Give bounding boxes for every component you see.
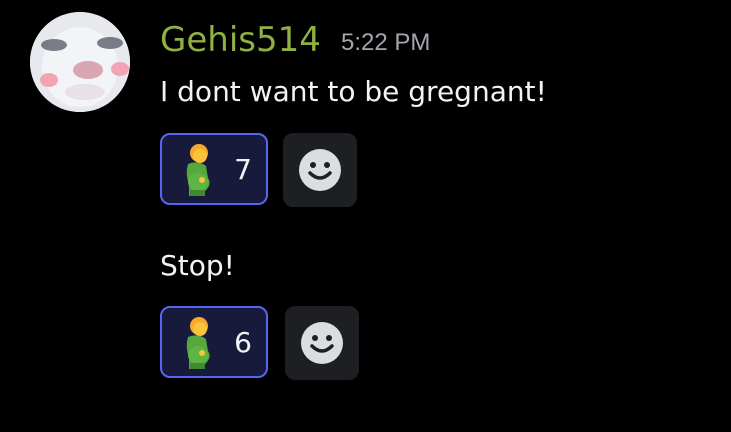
username[interactable]: Gehis514 <box>160 18 321 62</box>
add-reaction-button[interactable] <box>283 133 357 207</box>
pregnant-man-emoji-icon <box>186 317 210 369</box>
reaction-button[interactable]: 6 <box>160 306 268 378</box>
timestamp: 5:22 PM <box>341 29 431 56</box>
avatar-image <box>30 12 130 112</box>
add-reaction-button[interactable] <box>285 306 359 380</box>
smiley-icon <box>299 149 341 191</box>
smiley-icon <box>301 322 343 364</box>
message-text: I dont want to be gregnant! <box>160 75 547 108</box>
reaction-button[interactable]: 7 <box>160 133 268 205</box>
reaction-count: 7 <box>234 153 252 186</box>
message-text: Stop! <box>160 249 235 282</box>
reaction-count: 6 <box>234 326 252 359</box>
avatar[interactable] <box>30 12 130 112</box>
pregnant-man-emoji-icon <box>186 144 210 196</box>
